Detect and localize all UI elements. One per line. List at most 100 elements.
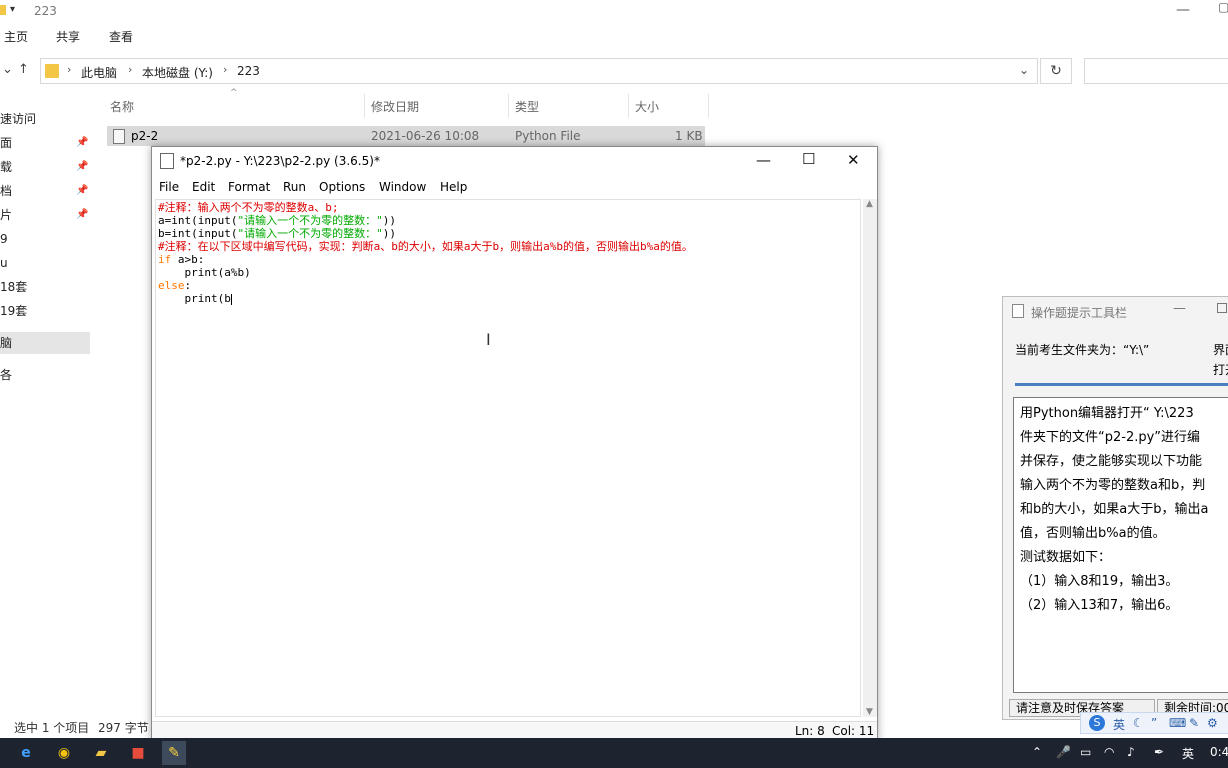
maximize-icon[interactable]: ▢ [1218,0,1228,14]
column-divider[interactable] [628,94,629,118]
line-number: Ln: 8 [795,724,825,738]
code-token: a>b: [171,253,205,266]
clock[interactable]: 0:4 [1210,745,1228,759]
hint-toolbar-window: 操作题提示工具栏 — 当前考生文件夹为：“Y:\” 界面 打开 用Python编… [1002,296,1228,720]
selection-count: 选中 1 个项目 [14,721,90,735]
nav-item-label: 面 [0,136,13,150]
menu-file[interactable]: File [159,180,179,194]
interface-button[interactable]: 界面 [1213,341,1228,358]
nav-item-this-pc[interactable]: 脑 [0,332,90,354]
menu-edit[interactable]: Edit [192,180,215,194]
tab-share[interactable]: 共享 [56,28,80,45]
moon-icon[interactable]: ☾ [1133,716,1144,730]
address-bar-row: ⌄ ↑ › 此电脑 › 本地磁盘 (Y:) › 223 ⌄ ↻ [0,52,1228,88]
nav-item-documents[interactable]: 档 📌 [0,180,90,202]
menu-run[interactable]: Run [283,180,306,194]
up-arrow-icon[interactable]: ↑ [18,62,29,77]
pen-icon[interactable]: ✒ [1154,745,1164,759]
network-icon[interactable]: ◠ [1104,745,1114,759]
nav-item-folder-18[interactable]: 18套 [0,276,90,298]
refresh-icon[interactable]: ↻ [1040,58,1072,84]
column-header-modified[interactable]: 修改日期 [371,96,419,118]
maximize-icon[interactable] [1217,303,1227,313]
address-bar[interactable]: › 此电脑 › 本地磁盘 (Y:) › 223 ⌄ [40,58,1038,84]
nav-item-desktop[interactable]: 面 📌 [0,132,90,154]
hint-line: 件夹下的文件“p2-2.py”进行编 [1020,430,1201,445]
hint-title: 操作题提示工具栏 [1031,306,1128,320]
punctuation-icon[interactable]: ” [1151,716,1157,730]
idle-title-bar: *p2-2.py - Y:\223\p2-2.py (3.6.5)* — ☐ ✕ [152,147,877,177]
app-icon [1012,304,1024,318]
idle-status-bar: Ln: 8 Col: 11 [152,721,877,739]
minimize-icon[interactable]: — [1176,2,1190,18]
file-explorer-icon[interactable]: ▰ [89,741,113,765]
python-file-icon [113,129,125,144]
hint-line: 用Python编辑器打开“ Y:\223 [1020,406,1194,421]
breadcrumb-folder[interactable]: 223 [237,64,260,78]
minimize-icon[interactable]: — [1173,301,1186,316]
ribbon-tabs: 主页 共享 查看 [0,24,1228,50]
pin-icon: 📌 [76,161,89,172]
column-divider[interactable] [708,94,709,118]
idle-menu-bar: File Edit Format Run Options Window Help [152,177,877,199]
column-header-name[interactable]: 名称 [110,96,134,118]
breadcrumb-this-pc[interactable]: 此电脑 [81,64,117,81]
battery-icon[interactable]: ▭ [1080,745,1091,759]
tab-home[interactable]: 主页 [4,28,28,45]
column-header-type[interactable]: 类型 [515,96,539,118]
search-input[interactable] [1084,58,1228,84]
hint-line: 并保存，使之能够实现以下功能 [1020,454,1203,469]
ime-mode[interactable]: 英 [1113,716,1125,733]
nav-item-folder-u[interactable]: u [0,252,90,274]
python-idle-icon[interactable]: ✎ [162,741,186,765]
code-line-7: else: [158,279,191,292]
menu-options[interactable]: Options [319,180,365,194]
column-header-size[interactable]: 大小 [635,96,659,118]
breadcrumb-separator-icon[interactable]: › [223,63,227,76]
chrome-icon[interactable]: ◉ [52,741,76,765]
code-editor[interactable]: #注释：输入两个不为零的整数a、b; a=int(input("请输入一个不为零… [155,199,861,717]
nav-item-quick-access[interactable]: 速访问 [0,108,90,130]
exam-app-icon[interactable]: ■ [126,741,150,765]
address-dropdown-icon[interactable]: ⌄ [1019,63,1029,77]
settings-icon[interactable]: ⚙ [1207,716,1218,730]
keyboard-icon[interactable]: ⌨ [1169,716,1186,730]
breadcrumb-separator-icon[interactable]: › [128,63,132,76]
column-divider[interactable] [508,94,509,118]
ime-toolbar: S 英 ☾ ” ⌨ ✎ ⚙ [1080,712,1228,734]
open-button[interactable]: 打开 [1213,361,1228,378]
tab-view[interactable]: 查看 [109,28,133,45]
microphone-icon[interactable]: 🎤 [1056,745,1071,759]
nav-item-folder-19[interactable]: 19套 [0,300,90,322]
code-token: b=int(input( [158,227,238,240]
code-line-4: #注释：在以下区域中编写代码，实现：判断a、b的大小，如果a大于b，则输出a%b… [158,240,693,253]
ime-logo-icon[interactable]: S [1089,715,1105,731]
nav-item-folder-9[interactable]: 9 [0,228,90,250]
nav-item-downloads[interactable]: 载 📌 [0,156,90,178]
scroll-up-icon[interactable]: ▲ [866,199,873,209]
edge-browser-icon[interactable]: e [14,741,38,765]
table-row[interactable]: p2-2 2021-06-26 10:08 Python File 1 KB [107,126,705,146]
nav-item-pictures[interactable]: 片 📌 [0,204,90,226]
hint-line: 输入两个不为零的整数a和b，判 [1020,478,1206,493]
minimize-icon[interactable]: — [756,151,771,169]
column-divider[interactable] [364,94,365,118]
menu-window[interactable]: Window [379,180,426,194]
code-token: a=int(input( [158,214,238,227]
volume-icon[interactable]: ♪ [1127,745,1135,759]
show-hidden-icons-icon[interactable]: ⌃ [1032,745,1042,759]
pin-icon: 📌 [76,209,89,220]
close-icon[interactable]: ✕ [847,151,860,169]
nav-item-network[interactable]: 各 [0,364,90,386]
vertical-scrollbar[interactable]: ▲ ▼ [863,199,877,717]
scroll-down-icon[interactable]: ▼ [866,707,873,717]
quick-access-dropdown-icon[interactable]: ▾ [10,4,15,15]
tool-icon[interactable]: ✎ [1189,716,1199,730]
menu-format[interactable]: Format [228,180,270,194]
breadcrumb-drive[interactable]: 本地磁盘 (Y:) [142,64,213,81]
input-language[interactable]: 英 [1182,745,1194,762]
chevron-down-icon[interactable]: ⌄ [2,62,13,77]
maximize-icon[interactable]: ☐ [802,150,815,168]
menu-help[interactable]: Help [440,180,467,194]
breadcrumb-separator-icon[interactable]: › [67,63,71,76]
